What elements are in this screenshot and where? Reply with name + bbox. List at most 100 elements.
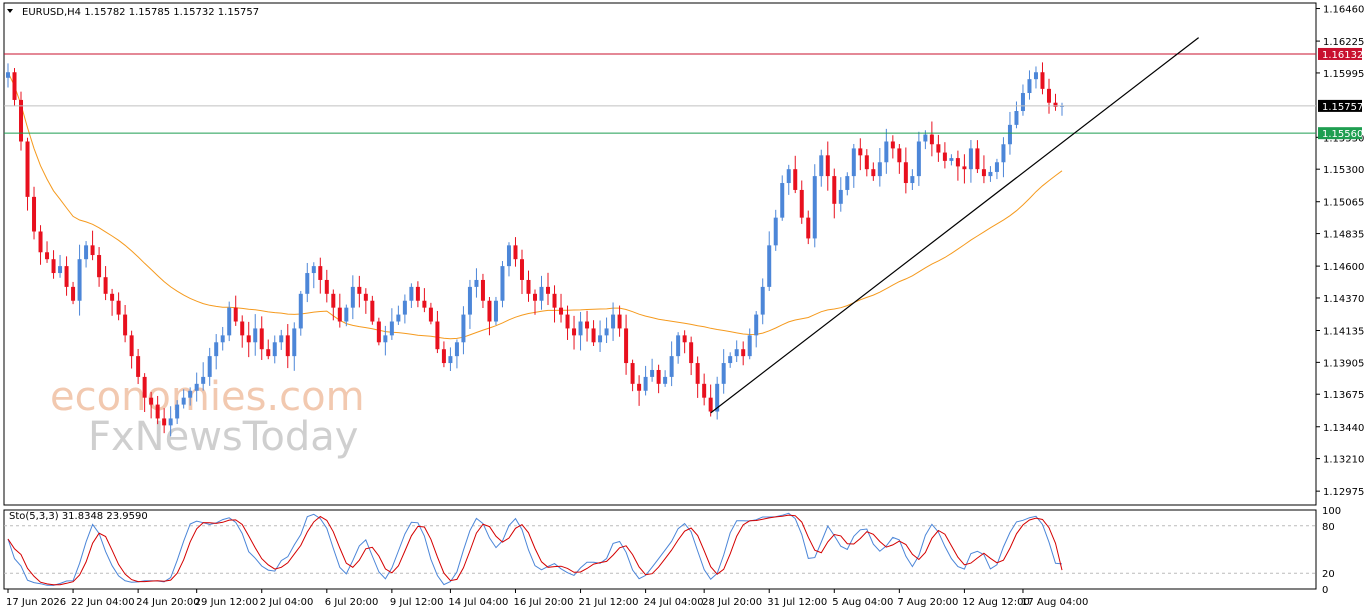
- candle-body: [402, 300, 407, 315]
- candle-body: [1040, 72, 1045, 89]
- candle-body: [910, 176, 915, 184]
- candle-body: [467, 286, 472, 315]
- candle-body: [845, 176, 850, 190]
- candle-body: [331, 293, 336, 308]
- candle-body: [1007, 124, 1012, 145]
- watermark-line2: FxNewsToday: [88, 414, 358, 460]
- candle-body: [103, 277, 108, 294]
- price-tick-label: 1.16225: [1323, 37, 1364, 48]
- candle-body: [656, 369, 661, 384]
- menu-arrow-icon[interactable]: [7, 9, 13, 13]
- time-tick-label: 16 Jul 20:00: [513, 597, 573, 608]
- candle-body: [988, 171, 993, 177]
- candle-body: [324, 279, 329, 294]
- candle-body: [487, 300, 492, 322]
- candle-body: [435, 321, 440, 350]
- stochastic-tick-label: 100: [1322, 506, 1341, 517]
- candle-body: [474, 279, 479, 287]
- candle-body: [493, 300, 498, 322]
- candle-body: [181, 397, 186, 405]
- candle-body: [422, 300, 427, 308]
- candle-body: [136, 356, 141, 377]
- candle-body: [428, 307, 433, 322]
- candle-body: [6, 72, 10, 78]
- time-tick-label: 12 Aug 12:00: [962, 597, 1029, 608]
- candle-body: [480, 279, 485, 301]
- candle-body: [624, 328, 629, 364]
- candle-body: [175, 404, 180, 419]
- price-level-label: 1.15757: [1322, 102, 1363, 113]
- candle-body: [565, 314, 570, 329]
- candle-body: [233, 307, 238, 322]
- candle-body: [578, 321, 583, 336]
- candle-body: [637, 383, 642, 391]
- candle-body: [793, 169, 798, 190]
- candle-body: [682, 335, 687, 343]
- candle-body: [227, 307, 232, 336]
- candle-body: [337, 307, 342, 322]
- candle-body: [591, 328, 596, 343]
- candle-body: [285, 335, 290, 357]
- candle-body: [363, 293, 368, 301]
- candle-body: [64, 266, 69, 287]
- price-tick-label: 1.13675: [1323, 390, 1364, 401]
- candle-body: [851, 148, 856, 177]
- candle-body: [272, 342, 277, 357]
- candle-body: [968, 148, 973, 170]
- price-chart: economies.com FxNewsToday 1.164601.16225…: [3, 2, 1364, 608]
- price-level-label: 1.16132: [1322, 50, 1363, 61]
- stochastic-tick-label: 20: [1322, 569, 1335, 580]
- candle-body: [461, 314, 466, 343]
- candle-body: [194, 383, 199, 391]
- candle-body: [604, 328, 609, 336]
- candle-body: [318, 266, 323, 280]
- candle-body: [942, 152, 947, 161]
- candle-body: [149, 397, 154, 405]
- price-tick-label: 1.14835: [1323, 230, 1364, 241]
- trendline: [710, 37, 1199, 414]
- candle-body: [897, 148, 902, 163]
- time-tick-label: 22 Jun 04:00: [71, 597, 135, 608]
- time-tick-label: 21 Jul 12:00: [579, 597, 639, 608]
- chart-header: EURUSD,H4 1.15782 1.15785 1.15732 1.1575…: [22, 7, 259, 18]
- candle-body: [981, 169, 986, 177]
- candle-body: [708, 397, 713, 412]
- candle-body: [546, 286, 551, 294]
- candle-body: [513, 245, 518, 260]
- candle-body: [448, 356, 453, 364]
- candle-body: [689, 342, 694, 364]
- candle-body: [760, 286, 765, 315]
- candle-body: [903, 162, 908, 184]
- candle-body: [617, 314, 622, 329]
- candle-body: [12, 72, 17, 100]
- candle-body: [90, 245, 95, 256]
- candle-body: [825, 155, 830, 177]
- candle-body: [305, 273, 310, 294]
- candle-body: [754, 314, 759, 336]
- candle-body: [786, 169, 791, 184]
- candle-body: [669, 356, 674, 377]
- candle-body: [253, 328, 258, 343]
- candle-body: [500, 266, 505, 301]
- candle-body: [858, 148, 863, 156]
- time-axis: 17 Jun 2026 22 Jun 04:00 24 Jun 20:0029 Ju…: [6, 589, 1088, 608]
- candle-body: [32, 196, 37, 232]
- time-tick-label: 5 Aug 04:00: [832, 597, 893, 608]
- candle-body: [123, 314, 128, 336]
- time-tick-label: 28 Jul 20:00: [702, 597, 762, 608]
- price-tick-label: 1.12975: [1323, 487, 1364, 498]
- candle-body: [201, 376, 206, 384]
- price-tick-label: 1.15065: [1323, 198, 1364, 209]
- candle-body: [936, 144, 941, 153]
- price-tick-label: 1.13210: [1323, 455, 1364, 466]
- time-tick-label: 7 Aug 20:00: [897, 597, 958, 608]
- candle-body: [916, 141, 921, 177]
- candle-body: [1033, 72, 1038, 80]
- candle-body: [220, 335, 225, 343]
- candle-body: [38, 231, 43, 253]
- candle-body: [71, 286, 76, 301]
- candle-body: [864, 155, 869, 170]
- candle-body: [877, 162, 882, 177]
- candle-body: [246, 335, 251, 343]
- candle-body: [441, 349, 446, 364]
